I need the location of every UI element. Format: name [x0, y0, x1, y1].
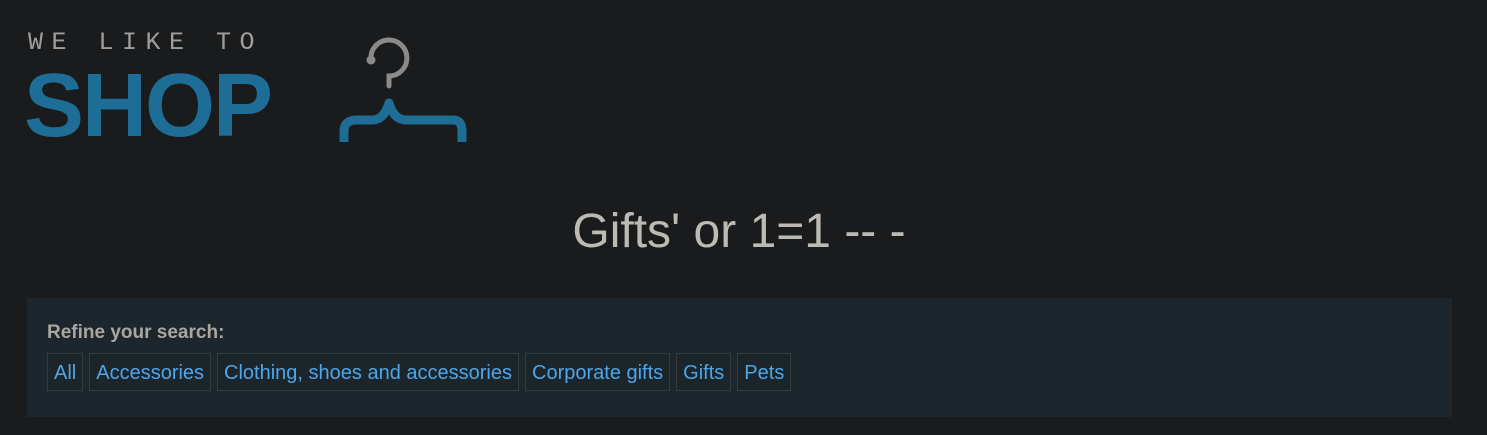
filter-all[interactable]: All [47, 353, 84, 391]
filter-label: Refine your search: [47, 322, 225, 343]
filter-pets[interactable]: Pets [737, 353, 792, 391]
filter-clothing-shoes-accessories[interactable]: Clothing, shoes and accessories [217, 353, 519, 391]
logo-wordmark: SHOP [24, 56, 273, 156]
hanger-icon [339, 37, 467, 142]
filter-accessories[interactable]: Accessories [89, 353, 212, 391]
filter-gifts[interactable]: Gifts [676, 353, 732, 391]
logo-tagline: WE LIKE TO [28, 28, 264, 57]
site-logo[interactable]: WE LIKE TO SHOP [24, 26, 474, 151]
page-title: Gifts' or 1=1 -- - [572, 205, 906, 258]
category-filter-list: All Accessories Clothing, shoes and acce… [47, 353, 792, 391]
filter-panel: Refine your search: All Accessories Clot… [27, 298, 1452, 417]
filter-corporate-gifts[interactable]: Corporate gifts [525, 353, 671, 391]
